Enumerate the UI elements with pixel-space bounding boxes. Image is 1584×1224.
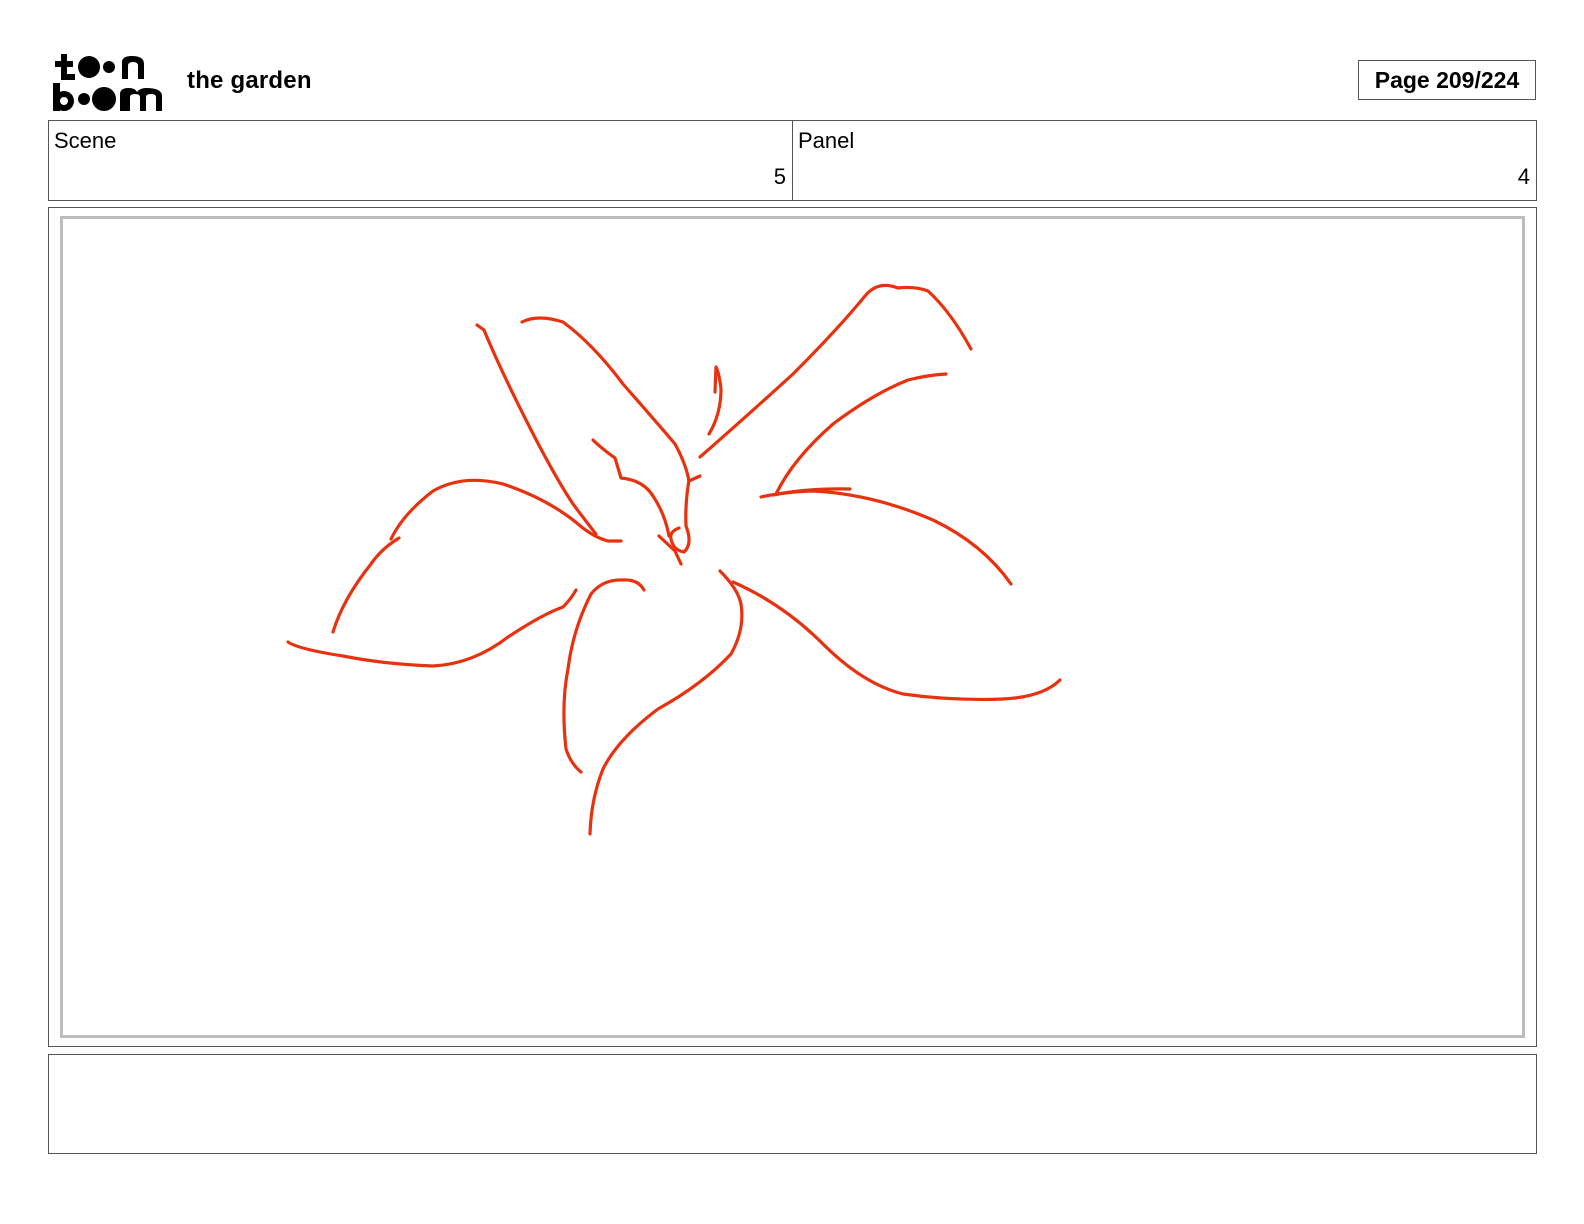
scene-cell: Scene 5 [49,121,793,200]
sketch-stroke [286,588,578,668]
sketch-stroke [698,283,973,459]
sketch-stroke [707,365,723,436]
sketch-stroke [759,489,1013,586]
page-indicator: Page 209/224 [1358,60,1536,100]
panel-notes-box[interactable] [48,1054,1537,1154]
toon-boom-logo [52,52,164,112]
project-title: the garden [187,67,312,94]
scene-panel-info: Scene 5 Panel 4 [48,120,1537,201]
sketch-stroke [669,478,691,554]
sketch-stroke [591,438,671,538]
panel-cell: Panel 4 [793,121,1536,200]
toon-boom-logo-icon [53,54,162,111]
scene-value: 5 [773,164,786,189]
sketch-stroke [588,569,744,836]
scene-label: Scene [54,128,117,153]
sketch-stroke [475,323,598,536]
sketch-stroke [331,536,401,634]
sketch-stroke [774,372,948,496]
storyboard-panel-frame [48,207,1537,1047]
sketch-stroke [389,478,623,543]
panel-label: Panel [798,128,855,153]
panel-drawing-area [60,216,1525,1038]
flower-sketch [286,283,1062,836]
sketch-stroke [731,580,1062,702]
panel-value: 4 [1517,164,1530,189]
sketch-stroke [562,578,646,774]
